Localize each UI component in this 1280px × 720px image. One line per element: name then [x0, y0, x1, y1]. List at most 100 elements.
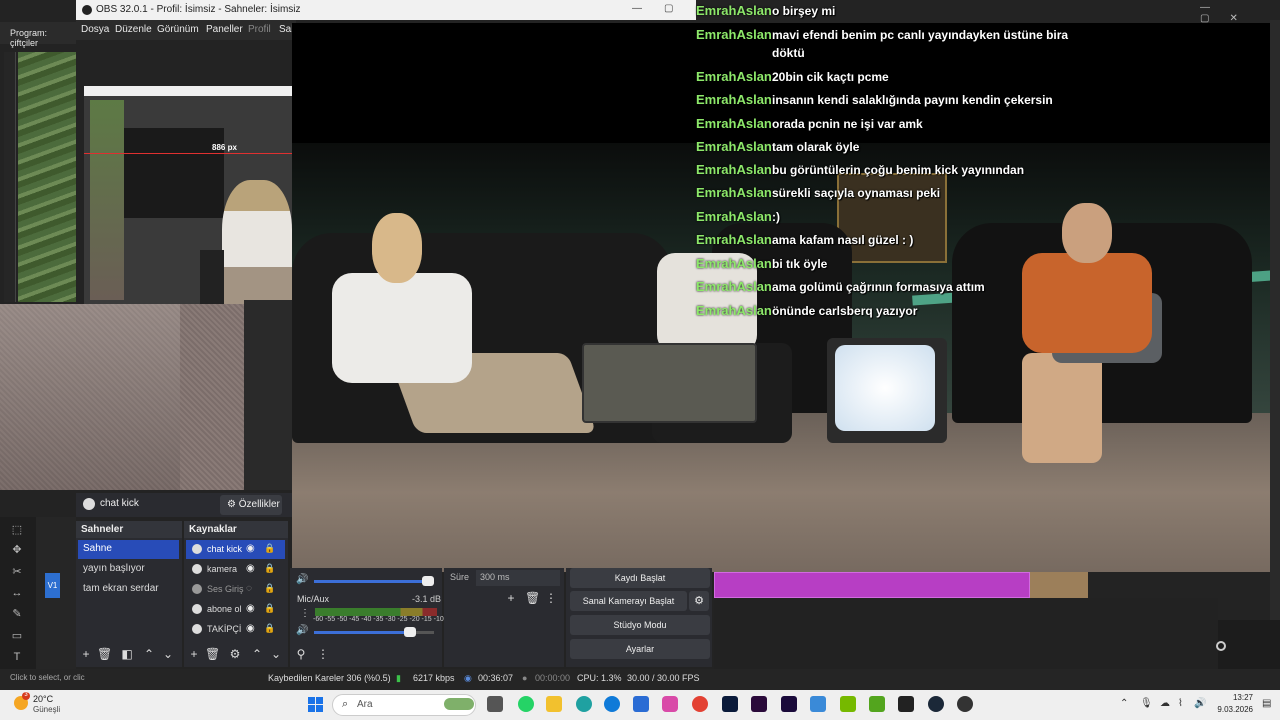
eye-icon[interactable]: ◉: [246, 603, 255, 614]
studio-mode-button[interactable]: Stüdyo Modu: [570, 615, 710, 635]
chat-text: tam olarak öyle: [772, 140, 860, 154]
gear-icon[interactable]: ⚙: [228, 647, 242, 661]
menu-view[interactable]: Görünüm: [157, 24, 199, 35]
volume-icon[interactable]: 🔊: [1194, 698, 1206, 709]
start-recording-button[interactable]: Kaydı Başlat: [570, 568, 710, 588]
add-icon[interactable]: +: [187, 647, 201, 661]
scene-item[interactable]: tam ekran serdar: [78, 580, 179, 599]
window-controls[interactable]: —▢: [632, 3, 696, 17]
scene-item[interactable]: Sahne: [78, 540, 179, 559]
move-down-icon[interactable]: ⌄: [269, 647, 283, 661]
add-icon[interactable]: +: [79, 647, 93, 661]
duration-input[interactable]: 300 ms: [476, 570, 560, 586]
selection-tool-icon[interactable]: ⬚: [10, 523, 24, 537]
notification-icon[interactable]: ▤: [1262, 698, 1271, 709]
slider-knob[interactable]: [404, 627, 416, 637]
source-item[interactable]: chat kick ◉ 🔒: [186, 540, 285, 559]
menu-docks[interactable]: Paneller: [206, 24, 243, 35]
desktop-volume-slider[interactable]: 🔊: [296, 574, 438, 586]
eye-icon[interactable]: ◉: [246, 543, 255, 554]
trash-icon[interactable]: 🗑: [97, 647, 112, 661]
source-item[interactable]: TAKİPÇİ ◉ 🔒: [186, 620, 285, 639]
lock-icon[interactable]: 🔒: [264, 543, 275, 554]
measure-line: [84, 153, 292, 154]
filters-icon[interactable]: ◧: [120, 647, 134, 661]
speaker-icon[interactable]: 🔊: [296, 625, 308, 636]
more-icon[interactable]: ⋮: [544, 591, 558, 605]
source-item[interactable]: Ses Giriş ◌ 🔒: [186, 580, 285, 599]
eye-hidden-icon[interactable]: ◌: [246, 583, 252, 594]
menu-profile[interactable]: Profil: [248, 24, 271, 35]
browser-icon: [192, 624, 202, 634]
instagram-icon[interactable]: [662, 696, 678, 712]
steam-icon[interactable]: [928, 696, 944, 712]
eye-icon[interactable]: ◉: [246, 563, 255, 574]
razor-icon[interactable]: ✂: [10, 565, 24, 579]
right-scrollbar[interactable]: [1270, 20, 1280, 620]
temperature[interactable]: 20°C: [33, 694, 53, 704]
timeline-thumbnail[interactable]: [1030, 572, 1088, 598]
rectangle-icon[interactable]: ▭: [10, 629, 24, 643]
app-icon[interactable]: [576, 696, 592, 712]
speaker-icon[interactable]: 🔊: [296, 574, 308, 585]
source-item[interactable]: kamera ◉ 🔒: [186, 560, 285, 579]
scene-item[interactable]: yayın başlıyor: [78, 560, 179, 579]
file-explorer-icon[interactable]: [546, 696, 562, 712]
add-transition-icon[interactable]: +: [504, 591, 518, 605]
cloud-icon[interactable]: ☁: [1160, 698, 1170, 709]
app-icon[interactable]: [869, 696, 885, 712]
slip-icon[interactable]: ↔: [10, 587, 24, 601]
mic-volume-slider[interactable]: 🔊: [296, 625, 438, 637]
pen-icon[interactable]: ✎: [10, 607, 24, 621]
lock-icon[interactable]: 🔒: [264, 583, 275, 594]
lock-icon[interactable]: 🔒: [264, 603, 275, 614]
properties-button[interactable]: ⚙ Özellikler: [220, 495, 282, 515]
slider-fill: [314, 580, 428, 583]
start-virtual-camera-button[interactable]: Sanal Kamerayı Başlat: [570, 591, 687, 611]
task-view-icon[interactable]: [487, 696, 503, 712]
mixer-more-icon[interactable]: ⋮: [316, 647, 330, 661]
photoshop-icon[interactable]: [722, 696, 738, 712]
video-track-v1[interactable]: V1: [45, 573, 60, 598]
trash-icon[interactable]: 🗑: [205, 647, 220, 661]
eye-icon[interactable]: ◉: [246, 623, 255, 634]
move-up-icon[interactable]: ⌃: [142, 647, 156, 661]
source-item[interactable]: abone ol ◉ 🔒: [186, 600, 285, 619]
chat-text: 20bin cik kaçtı pcme: [772, 70, 889, 84]
transition-settings-icon[interactable]: ⚲: [294, 647, 308, 661]
epic-games-icon[interactable]: [898, 696, 914, 712]
photos-icon[interactable]: [810, 696, 826, 712]
microphone-icon[interactable]: 🎙: [1140, 698, 1153, 709]
clock-time[interactable]: 13:27: [1223, 693, 1253, 702]
lock-icon[interactable]: 🔒: [264, 563, 275, 574]
slider-knob[interactable]: [422, 576, 434, 586]
wifi-icon[interactable]: ⌇: [1178, 698, 1183, 709]
nvidia-icon[interactable]: [840, 696, 856, 712]
track-select-icon[interactable]: ✥: [10, 543, 24, 557]
trash-icon[interactable]: 🗑: [525, 591, 540, 605]
program-monitor-title: Program: çiftçiler: [0, 22, 76, 48]
move-up-icon[interactable]: ⌃: [250, 647, 264, 661]
move-down-icon[interactable]: ⌄: [161, 647, 175, 661]
chevron-up-icon[interactable]: ⌃: [1120, 698, 1128, 709]
obs-icon[interactable]: [957, 696, 973, 712]
timeline-clip[interactable]: [714, 572, 1030, 598]
menu-file[interactable]: Dosya: [81, 24, 109, 35]
right-window-controls[interactable]: —▢✕: [1196, 0, 1280, 24]
whatsapp-icon[interactable]: [518, 696, 534, 712]
premiere-icon[interactable]: [751, 696, 767, 712]
clock-date[interactable]: 9.03.2026: [1213, 705, 1253, 714]
windows-start-icon[interactable]: [308, 697, 323, 712]
edge-icon[interactable]: [604, 696, 620, 712]
type-icon[interactable]: T: [10, 651, 24, 665]
playhead-handle[interactable]: [1216, 641, 1226, 651]
store-icon[interactable]: [633, 696, 649, 712]
settings-button[interactable]: Ayarlar: [570, 639, 710, 659]
chrome-icon[interactable]: [692, 696, 708, 712]
nested-grass: [90, 100, 124, 300]
lock-icon[interactable]: 🔒: [264, 623, 275, 634]
mixer-menu-icon[interactable]: ⋮: [300, 608, 310, 619]
menu-edit[interactable]: Düzenle: [115, 24, 152, 35]
media-encoder-icon[interactable]: [781, 696, 797, 712]
gear-icon[interactable]: ⚙: [689, 591, 709, 611]
